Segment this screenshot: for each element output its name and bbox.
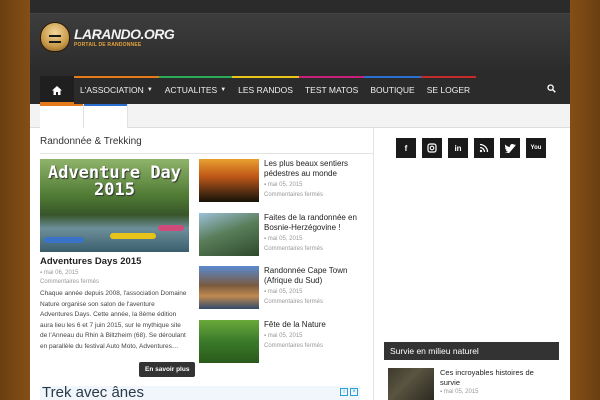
featured-date: ▪ mai 06, 2015 (40, 270, 79, 276)
featured-image[interactable]: Adventure Day 2015 (40, 159, 189, 252)
home-icon (52, 85, 62, 95)
subnav-strip (30, 104, 570, 128)
logo-name: LARANDO.ORG (74, 25, 175, 42)
read-more-button[interactable]: En savoir plus (139, 362, 196, 377)
logo-tagline: PORTAIL DE RANDONNEE (74, 41, 142, 48)
article-title[interactable]: Randonnée Cape Town (Afrique du Sud) (264, 266, 364, 286)
sidebar: f in You Survie en milieu naturel Ces in… (375, 128, 570, 400)
article-date: ▪ mai 05, 2015 (264, 235, 303, 242)
article-title[interactable]: Les plus beaux sentiers pédestres au mon… (264, 159, 364, 179)
rss-icon[interactable] (474, 138, 494, 158)
article-title[interactable]: Faites de la randonnée en Bosnie-Herzégo… (264, 213, 364, 233)
article-date: ▪ mai 05, 2015 (264, 182, 303, 188)
facebook-icon[interactable]: f (396, 138, 416, 158)
caret-down-icon: ▼ (146, 87, 153, 93)
nav-item-les-randos[interactable]: LES RANDOS (232, 76, 299, 104)
article-thumbnail[interactable] (199, 319, 259, 363)
section-title: Randonnée & Trekking (40, 136, 142, 147)
twitter-icon[interactable] (500, 138, 520, 158)
sidebar-widget-title: Survie en milieu naturel (384, 342, 559, 360)
article-date: ▪ mai 05, 2015 (264, 289, 303, 295)
list-item: Les plus beaux sentiers pédestres au mon… (199, 159, 364, 213)
site-header: LARANDO.ORG PORTAIL DE RANDONNEE (30, 14, 570, 76)
linkedin-icon[interactable]: in (448, 138, 468, 158)
featured-title[interactable]: Adventures Days 2015 (40, 256, 189, 267)
subtab-1[interactable] (40, 104, 84, 128)
featured-image-overlay: Adventure Day 2015 (47, 163, 182, 200)
article-thumbnail[interactable] (199, 159, 259, 202)
ad-close-icon[interactable]: × (350, 388, 358, 396)
nav-item-association[interactable]: L'ASSOCIATION ▼ (74, 76, 159, 104)
site-logo[interactable]: LARANDO.ORG PORTAIL DE RANDONNEE (40, 22, 175, 52)
article-list: Les plus beaux sentiers pédestres au mon… (199, 159, 364, 373)
mascot-logo-icon (40, 22, 70, 52)
ad-info-icon[interactable]: i (340, 388, 348, 396)
subtab-2[interactable] (84, 104, 128, 128)
nav-item-se-loger[interactable]: SE LOGER (420, 76, 477, 104)
article-thumbnail[interactable] (199, 266, 259, 309)
caret-down-icon: ▼ (220, 87, 227, 93)
sidebar-item: Ces incroyables histoires de survie ▪ ma… (384, 368, 559, 400)
nav-home[interactable] (40, 76, 74, 104)
nav-item-boutique[interactable]: BOUTIQUE (364, 76, 421, 104)
featured-comments: Commentaires fermés (40, 279, 100, 285)
article-comments: Commentaires fermés (264, 342, 324, 349)
page-content: Randonnée & Trekking Adventure Day 2015 … (30, 104, 570, 400)
ad-text: Trek avec ânes (42, 386, 144, 400)
featured-excerpt: Chaque année depuis 2008, l'association … (40, 290, 187, 350)
top-strip (30, 0, 570, 14)
article-comments: Commentaires fermés (264, 192, 324, 198)
list-item: Fête de la Nature ▪ mai 05, 2015 Comment… (199, 319, 364, 374)
page-wrapper: LARANDO.ORG PORTAIL DE RANDONNEE L'ASSOC… (30, 0, 570, 400)
search-button[interactable] (547, 84, 556, 96)
search-icon (547, 84, 556, 93)
article-comments: Commentaires fermés (264, 299, 324, 305)
main-column: Randonnée & Trekking Adventure Day 2015 … (30, 128, 374, 400)
sidebar-item-date: ▪ mai 05, 2015 (440, 389, 479, 395)
instagram-icon[interactable] (422, 138, 442, 158)
list-item: Randonnée Cape Town (Afrique du Sud) ▪ m… (199, 266, 364, 320)
sidebar-item-thumbnail[interactable] (388, 368, 434, 400)
main-nav: L'ASSOCIATION ▼ ACTUALITES ▼ LES RANDOS TE… (30, 76, 570, 104)
social-links: f in You (396, 138, 552, 158)
article-title[interactable]: Fête de la Nature (264, 320, 364, 330)
sidebar-item-title[interactable]: Ces incroyables histoires de survie (440, 368, 550, 387)
ad-banner[interactable]: Trek avec ânes i × (40, 386, 360, 400)
article-date: ▪ mai 05, 2015 (264, 332, 303, 339)
featured-article: Adventure Day 2015 Adventures Days 2015 … (40, 159, 189, 352)
nav-item-actualites[interactable]: ACTUALITES ▼ (158, 76, 233, 104)
article-comments: Commentaires fermés (264, 245, 324, 252)
nav-item-test-matos[interactable]: TEST MATOS (298, 76, 365, 104)
article-thumbnail[interactable] (199, 212, 259, 256)
youtube-icon[interactable]: You (526, 138, 546, 158)
sidebar-widget: Survie en milieu naturel Ces incroyables… (384, 342, 559, 400)
list-item: Faites de la randonnée en Bosnie-Herzégo… (199, 212, 364, 267)
